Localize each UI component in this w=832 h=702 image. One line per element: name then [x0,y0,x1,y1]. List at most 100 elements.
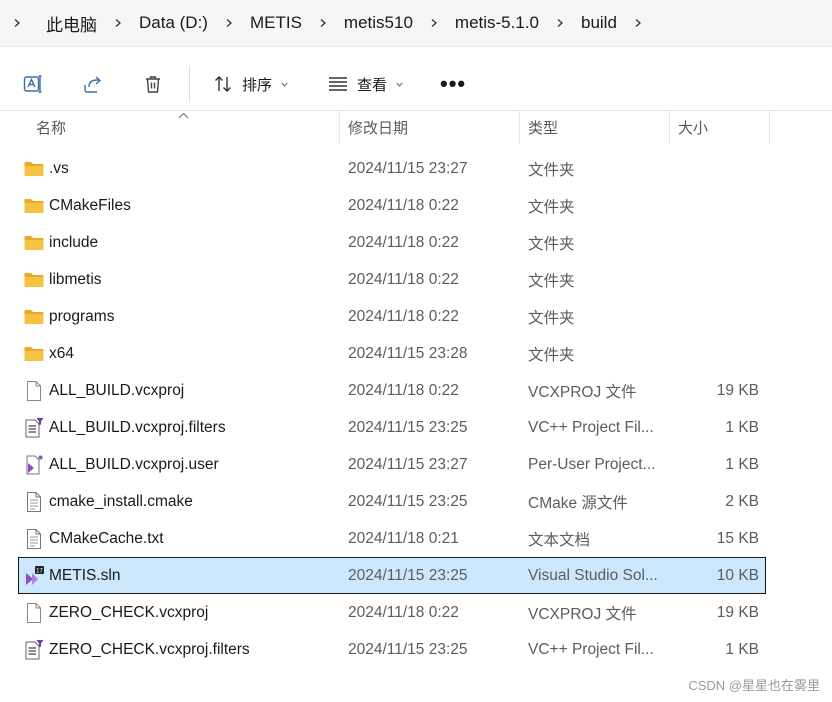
file-name: include [49,233,99,251]
breadcrumb-item[interactable]: METIS [246,13,306,33]
chevron-right-icon[interactable] [222,16,236,30]
file-size: 15 KB [716,529,759,547]
sln-icon: 17 [23,565,45,587]
file-type: 文件夹 [528,198,575,216]
breadcrumb-item[interactable]: 此电脑 [42,11,101,36]
chevron-right-icon[interactable] [111,16,125,30]
folder-icon [23,343,45,365]
file-row[interactable]: ALL_BUILD.vcxproj.filters 2024/11/15 23:2… [18,409,766,446]
file-modified-date: 2024/11/15 23:25 [348,640,468,658]
trash-icon[interactable] [133,64,173,104]
file-type: 文件夹 [528,272,575,290]
chevron-down-icon [281,82,288,87]
file-row[interactable]: CMakeFiles 2024/11/18 0:22 文件夹 [18,187,766,224]
column-header-size[interactable]: 大小 [670,110,770,144]
file-name: CMakeFiles [49,196,131,214]
chevron-right-icon[interactable] [316,16,330,30]
file-modified-date: 2024/11/15 23:25 [348,566,468,584]
column-header-modified-label: 修改日期 [348,119,409,137]
file-row[interactable]: cmake_install.cmake 2024/11/15 23:25 CMake… [18,483,766,520]
chevron-down-icon [396,82,403,87]
file-type: VC++ Project Fil... [528,418,654,436]
file-modified-date: 2024/11/18 0:22 [348,196,459,214]
column-header-size-label: 大小 [678,119,709,137]
column-header-type[interactable]: 类型 [520,110,670,144]
watermark: CSDN @星星也在雾里 [688,678,820,693]
command-bar: 排序 查看 ••• [0,58,832,111]
file-modified-date: 2024/11/15 23:25 [348,492,468,510]
file-name: libmetis [49,270,102,288]
folder-icon [23,158,45,180]
file-row[interactable]: include 2024/11/18 0:22 文件夹 [18,224,766,261]
file-type: VCXPROJ 文件 [528,383,637,401]
chevron-right-icon[interactable] [631,16,645,30]
file-row[interactable]: 17 METIS.sln 2024/11/15 23:25 Visual Studio… [18,557,766,594]
file-modified-date: 2024/11/18 0:22 [348,381,459,399]
file-row[interactable]: .vs 2024/11/15 23:27 文件夹 [18,150,766,187]
column-header-name-label: 名称 [36,119,67,137]
chevron-right-icon[interactable] [553,16,567,30]
file-row[interactable]: programs 2024/11/18 0:22 文件夹 [18,298,766,335]
file-row[interactable]: x64 2024/11/15 23:28 文件夹 [18,335,766,372]
column-header-row: 名称 修改日期 类型 大小 [0,110,770,144]
file-modified-date: 2024/11/18 0:22 [348,307,459,325]
filters-icon [23,639,45,661]
file-modified-date: 2024/11/15 23:27 [348,159,468,177]
folder-icon [23,306,45,328]
file-row[interactable]: ALL_BUILD.vcxproj.user 2024/11/15 23:27 Pe… [18,446,766,483]
file-row[interactable]: CMakeCache.txt 2024/11/18 0:21 文本文档 15 KB [18,520,766,557]
column-header-type-label: 类型 [528,119,559,137]
file-size: 19 KB [716,603,759,621]
file-modified-date: 2024/11/15 23:28 [348,344,468,362]
file-size: 1 KB [725,455,759,473]
file-modified-date: 2024/11/18 0:22 [348,603,459,621]
file-size: 1 KB [725,418,759,436]
file-type: VC++ Project Fil... [528,640,654,658]
breadcrumb-item[interactable]: metis510 [340,13,417,33]
breadcrumb-item[interactable]: metis-5.1.0 [451,13,543,33]
more-options-button[interactable]: ••• [434,73,472,95]
chevron-right-icon[interactable] [10,16,24,30]
rename-icon[interactable] [13,64,53,104]
file-name: ALL_BUILD.vcxproj [49,381,185,399]
text-icon [23,491,45,513]
file-name: ALL_BUILD.vcxproj.filters [49,418,226,436]
file-type: 文件夹 [528,235,575,253]
file-type: 文件夹 [528,346,575,364]
sort-button[interactable]: 排序 [204,66,297,102]
breadcrumb: 此电脑 Data (D:) METIS metis510 metis-5.1.0 buil… [0,0,832,47]
file-type: Visual Studio Sol... [528,566,658,584]
breadcrumb-item[interactable]: Data (D:) [135,13,212,33]
view-button[interactable]: 查看 [319,66,412,102]
file-modified-date: 2024/11/18 0:22 [348,233,459,251]
file-size: 19 KB [716,381,759,399]
file-type: 文件夹 [528,161,575,179]
file-size: 1 KB [725,640,759,658]
folder-icon [23,195,45,217]
file-type: VCXPROJ 文件 [528,605,637,623]
file-row[interactable]: ZERO_CHECK.vcxproj.filters 2024/11/15 23:… [18,631,766,668]
file-type: 文本文档 [528,531,591,549]
file-name: ZERO_CHECK.vcxproj [49,603,209,621]
breadcrumb-item[interactable]: build [577,13,621,33]
sort-icon [215,76,231,92]
view-list-icon [329,77,348,91]
column-header-name[interactable]: 名称 [28,110,340,144]
folder-icon [23,232,45,254]
folder-icon [23,269,45,291]
file-modified-date: 2024/11/15 23:25 [348,418,468,436]
file-name: METIS.sln [49,566,121,584]
share-icon[interactable] [73,64,113,104]
sort-label: 排序 [242,76,273,94]
file-list: .vs 2024/11/15 23:27 文件夹 CMakeFiles 2024/11/… [18,150,766,668]
file-row[interactable]: ZERO_CHECK.vcxproj 2024/11/18 0:22 VCXPROJ… [18,594,766,631]
file-size: 2 KB [725,492,759,510]
chevron-right-icon[interactable] [427,16,441,30]
toolbar-divider [189,66,190,102]
file-row[interactable]: ALL_BUILD.vcxproj 2024/11/18 0:22 VCXPROJ … [18,372,766,409]
column-header-modified[interactable]: 修改日期 [340,110,520,144]
file-name: ZERO_CHECK.vcxproj.filters [49,640,250,658]
file-icon [23,380,45,402]
file-icon [23,602,45,624]
file-row[interactable]: libmetis 2024/11/18 0:22 文件夹 [18,261,766,298]
